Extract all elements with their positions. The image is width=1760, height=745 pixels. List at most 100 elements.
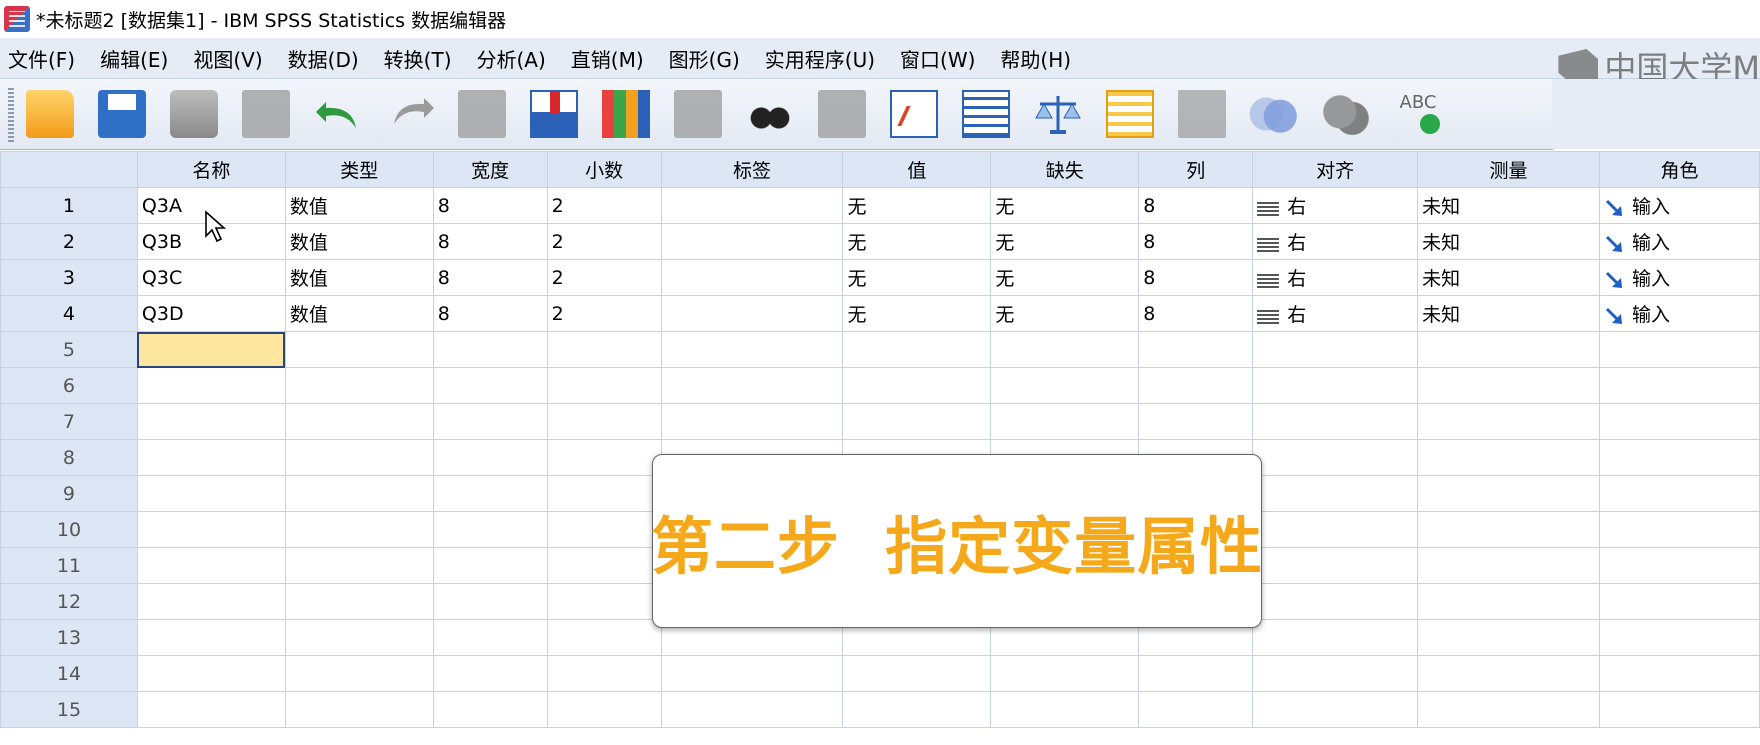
- cell-label[interactable]: [660, 223, 844, 260]
- row-header[interactable]: 6: [0, 367, 138, 404]
- cell-name[interactable]: [136, 583, 286, 620]
- cell-missing[interactable]: [990, 331, 1140, 368]
- value-labels-button[interactable]: [958, 86, 1014, 142]
- cell-width[interactable]: [432, 367, 548, 404]
- menu-window[interactable]: 窗口(W): [892, 44, 992, 73]
- row-header[interactable]: 15: [0, 691, 138, 728]
- row-header[interactable]: 12: [0, 583, 138, 620]
- cell-align[interactable]: 右: [1252, 223, 1419, 260]
- cell-type[interactable]: [284, 439, 434, 476]
- cell-type[interactable]: 数值: [284, 223, 434, 260]
- cell-align[interactable]: [1252, 403, 1419, 440]
- cell-align[interactable]: [1252, 547, 1419, 584]
- menu-edit[interactable]: 编辑(E): [92, 44, 185, 73]
- cell-role[interactable]: [1598, 403, 1760, 440]
- col-header-role[interactable]: 角色: [1598, 151, 1760, 188]
- row-header[interactable]: 8: [0, 439, 138, 476]
- cell-type[interactable]: [284, 619, 434, 656]
- row-header[interactable]: 4: [0, 295, 138, 332]
- cell-label[interactable]: [660, 403, 844, 440]
- cell-align[interactable]: 右: [1252, 295, 1419, 332]
- print-button[interactable]: [166, 86, 222, 142]
- weight-cases-button[interactable]: [814, 86, 870, 142]
- cell-missing[interactable]: [990, 691, 1140, 728]
- cell-name[interactable]: [136, 439, 286, 476]
- cell-width[interactable]: [432, 547, 548, 584]
- cell-missing[interactable]: 无: [990, 259, 1140, 296]
- cell-decimals[interactable]: [546, 655, 662, 692]
- cell-values[interactable]: [842, 403, 992, 440]
- cell-width[interactable]: [432, 475, 548, 512]
- cell-missing[interactable]: 无: [990, 223, 1140, 260]
- cell-type[interactable]: [284, 331, 434, 368]
- cell-width[interactable]: [432, 691, 548, 728]
- cell-values[interactable]: [842, 691, 992, 728]
- cell-label[interactable]: [660, 295, 844, 332]
- cell-role[interactable]: 输入: [1598, 223, 1760, 260]
- cell-label[interactable]: [660, 259, 844, 296]
- row-header[interactable]: 1: [0, 187, 138, 224]
- spell-check-button[interactable]: ABC: [1390, 86, 1446, 142]
- cell-align[interactable]: [1252, 475, 1419, 512]
- cell-columns[interactable]: 8: [1138, 295, 1254, 332]
- cell-values[interactable]: [842, 331, 992, 368]
- cell-width[interactable]: 8: [432, 187, 548, 224]
- col-header-label[interactable]: 标签: [660, 151, 844, 188]
- cell-decimals[interactable]: 2: [546, 259, 662, 296]
- col-header-missing[interactable]: 缺失: [990, 151, 1140, 188]
- dialog-recall-button[interactable]: [238, 86, 294, 142]
- redo-button[interactable]: [382, 86, 438, 142]
- cell-measure[interactable]: [1417, 583, 1600, 620]
- menu-direct-marketing[interactable]: 直销(M): [563, 44, 661, 73]
- insert-cases-button[interactable]: [526, 86, 582, 142]
- cell-type[interactable]: [284, 403, 434, 440]
- col-header-decimals[interactable]: 小数: [546, 151, 662, 188]
- cell-measure[interactable]: [1417, 475, 1600, 512]
- cell-type[interactable]: [284, 655, 434, 692]
- show-all-variables-button[interactable]: [1318, 86, 1374, 142]
- cell-missing[interactable]: [990, 655, 1140, 692]
- cell-role[interactable]: [1598, 475, 1760, 512]
- cell-measure[interactable]: 未知: [1417, 187, 1600, 224]
- cell-label[interactable]: [660, 655, 844, 692]
- col-header-type[interactable]: 类型: [284, 151, 434, 188]
- cell-decimals[interactable]: [546, 475, 662, 512]
- cell-measure[interactable]: 未知: [1417, 295, 1600, 332]
- cell-width[interactable]: [432, 655, 548, 692]
- row-header[interactable]: 2: [0, 223, 138, 260]
- cell-name[interactable]: [136, 511, 286, 548]
- cell-align[interactable]: [1252, 655, 1419, 692]
- cell-align[interactable]: [1252, 691, 1419, 728]
- cell-name[interactable]: [136, 691, 286, 728]
- cell-type[interactable]: [284, 691, 434, 728]
- cell-missing[interactable]: 无: [990, 295, 1140, 332]
- cell-width[interactable]: 8: [432, 259, 548, 296]
- cell-columns[interactable]: 8: [1138, 187, 1254, 224]
- insert-variable-button[interactable]: [598, 86, 654, 142]
- cell-values[interactable]: 无: [842, 259, 992, 296]
- use-variable-sets-button[interactable]: [1246, 86, 1302, 142]
- cell-values[interactable]: 无: [842, 295, 992, 332]
- cell-role[interactable]: [1598, 511, 1760, 548]
- cell-name[interactable]: [136, 403, 286, 440]
- cell-measure[interactable]: [1417, 511, 1600, 548]
- cell-type[interactable]: [284, 367, 434, 404]
- cell-width[interactable]: 8: [432, 295, 548, 332]
- cell-decimals[interactable]: [546, 331, 662, 368]
- cell-measure[interactable]: [1417, 619, 1600, 656]
- cell-measure[interactable]: [1417, 655, 1600, 692]
- cell-type[interactable]: 数值: [284, 187, 434, 224]
- row-header[interactable]: 10: [0, 511, 138, 548]
- menu-utilities[interactable]: 实用程序(U): [757, 44, 892, 73]
- cell-width[interactable]: [432, 439, 548, 476]
- cell-decimals[interactable]: [546, 619, 662, 656]
- cell-role[interactable]: [1598, 439, 1760, 476]
- row-header[interactable]: 9: [0, 475, 138, 512]
- cell-decimals[interactable]: [546, 403, 662, 440]
- cell-measure[interactable]: [1417, 547, 1600, 584]
- cell-decimals[interactable]: [546, 511, 662, 548]
- cell-decimals[interactable]: 2: [546, 187, 662, 224]
- cell-columns[interactable]: [1138, 403, 1254, 440]
- cell-align[interactable]: 右: [1252, 259, 1419, 296]
- cell-columns[interactable]: [1138, 691, 1254, 728]
